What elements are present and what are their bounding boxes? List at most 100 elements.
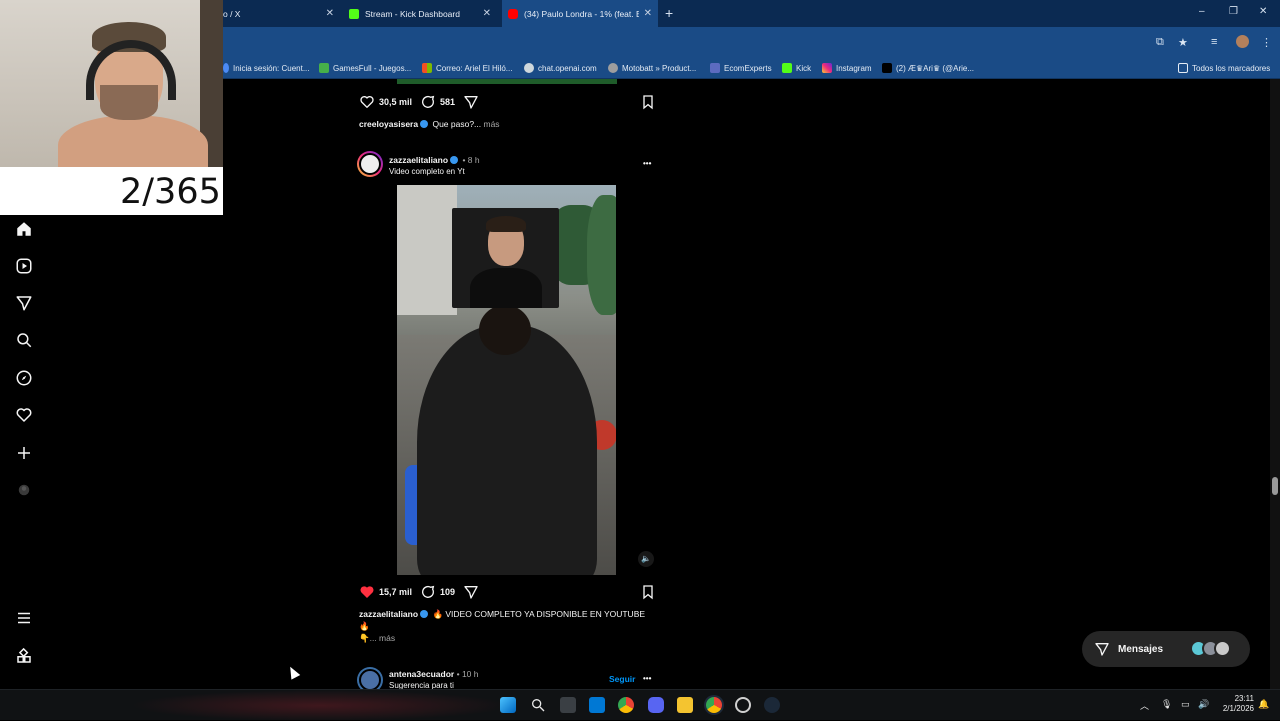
scrollbar-thumb[interactable] [1272, 477, 1278, 495]
post-subtitle: Video completo en Yt [389, 167, 465, 176]
bookmark-item[interactable]: GamesFull - Juegos... [319, 61, 411, 75]
messages-label: Mensajes [1118, 643, 1164, 655]
tab-title: o / X [223, 8, 241, 19]
discord-icon[interactable] [648, 697, 664, 713]
chrome-active-icon[interactable] [706, 697, 722, 713]
install-app-icon[interactable]: ⧉ [1156, 36, 1164, 49]
bookmark-item[interactable]: Kick [782, 61, 811, 75]
motobatt-icon [608, 63, 618, 73]
volume-icon[interactable]: 🔈 [638, 551, 654, 567]
next-post-options-button[interactable]: ••• [643, 674, 651, 683]
youtube-icon [508, 8, 518, 19]
google-icon [223, 63, 229, 73]
bookmark-item[interactable]: EcomExperts [710, 61, 772, 75]
caption-line-2: 🔥 [359, 621, 370, 631]
post-caption: zazzaelitaliano 🔥 VIDEO COMPLETO YA DISP… [359, 609, 645, 620]
comment-icon[interactable] [420, 584, 436, 600]
like-count: 15,7 mil [379, 587, 413, 597]
tray-overflow-icon[interactable]: ︿ [1140, 699, 1149, 712]
page-scrollbar[interactable] [1270, 79, 1280, 689]
video-frame [397, 185, 616, 575]
next-post-header: antena3ecuador • 10 h [389, 669, 479, 679]
create-icon[interactable] [15, 444, 33, 462]
post-username[interactable]: zazzaelitaliano [389, 155, 448, 165]
obs-icon[interactable] [735, 697, 751, 713]
restore-button[interactable]: ❐ [1229, 6, 1238, 17]
post-header: zazzaelitaliano • 8 h [389, 155, 480, 165]
messages-button[interactable]: Mensajes [1082, 631, 1250, 667]
liked-heart-icon[interactable] [359, 584, 375, 600]
like-icon[interactable] [359, 94, 375, 110]
gamepad-icon [319, 63, 329, 73]
prev-post-actions: 30,5 mil 581 [359, 94, 479, 110]
heart-icon[interactable] [15, 406, 33, 424]
caption-more[interactable]: 👇... más [359, 633, 395, 644]
comment-count: 109 [440, 587, 456, 597]
home-icon[interactable] [15, 220, 33, 238]
more-link[interactable]: más [484, 119, 500, 129]
notification-icon[interactable]: 🔔 [1258, 699, 1269, 710]
close-icon[interactable]: ✕ [483, 8, 491, 19]
chrome-icon[interactable] [618, 697, 634, 713]
profile-icon[interactable] [15, 481, 33, 499]
share-icon[interactable] [463, 94, 479, 110]
kick-icon [349, 8, 359, 19]
comment-icon[interactable] [420, 94, 436, 110]
menu-icon[interactable] [15, 609, 33, 627]
caption-username[interactable]: creeloyasisera [359, 119, 418, 129]
post-avatar[interactable] [357, 151, 383, 177]
verified-icon [450, 156, 459, 164]
minimize-button[interactable]: – [1199, 6, 1205, 17]
chrome-menu-icon[interactable]: ⋮ [1261, 36, 1272, 49]
comment-count: 581 [440, 97, 456, 107]
bookmark-item[interactable]: Correo: Ariel El Hiló... [422, 61, 512, 75]
direct-icon[interactable] [15, 294, 33, 312]
bookmark-item[interactable]: chat.openai.com [524, 61, 597, 75]
verified-icon [420, 610, 429, 618]
steam-icon[interactable] [764, 697, 780, 713]
volume-icon[interactable]: 🔊 [1198, 699, 1209, 710]
post-video[interactable]: 🔈 [351, 185, 663, 575]
task-view-icon[interactable] [560, 697, 576, 713]
network-icon[interactable]: ▭ [1181, 699, 1190, 710]
start-icon[interactable] [500, 697, 516, 713]
caption-text: Que paso?... [432, 119, 482, 129]
caption-username[interactable]: zazzaelitaliano [359, 609, 418, 619]
search-icon[interactable] [15, 331, 33, 349]
media-control-icon[interactable]: ≡ [1211, 36, 1217, 48]
tab-kick-dashboard[interactable]: Stream - Kick Dashboard ✕ [343, 0, 497, 27]
close-icon[interactable]: ✕ [644, 8, 652, 19]
close-icon[interactable]: ✕ [326, 8, 334, 19]
system-clock[interactable]: 23:11 2/1/2026 [1212, 694, 1254, 714]
profile-avatar[interactable] [1236, 35, 1249, 48]
close-window-button[interactable]: ✕ [1259, 6, 1267, 17]
microphone-icon[interactable]: 🎙 [1161, 699, 1172, 710]
next-post-username[interactable]: antena3ecuador [389, 669, 454, 679]
all-bookmarks-button[interactable]: Todos los marcadores [1178, 61, 1270, 75]
save-icon[interactable] [640, 94, 656, 110]
store-icon[interactable] [589, 697, 605, 713]
bookmark-star-icon[interactable]: ★ [1178, 36, 1188, 49]
follow-button[interactable]: Seguir [609, 674, 635, 684]
tab-title: Stream - Kick Dashboard [365, 8, 460, 19]
bookmark-item[interactable]: (2) Æ♛Ari♛ (@Arie... [882, 61, 974, 75]
bookmark-item[interactable]: Inicia sesión: Cuent... [223, 61, 309, 75]
verified-icon [420, 120, 429, 128]
reels-icon[interactable] [15, 257, 33, 275]
new-tab-button[interactable]: + [665, 5, 673, 21]
tab-youtube[interactable]: (34) Paulo Londra - 1% (feat. El ✕ [502, 0, 658, 27]
folder-icon [1178, 63, 1188, 73]
apps-icon[interactable] [15, 647, 33, 665]
share-icon[interactable] [463, 584, 479, 600]
explore-icon[interactable] [15, 369, 33, 387]
save-icon[interactable] [640, 584, 656, 600]
search-icon[interactable] [530, 697, 546, 713]
windows-taskbar: ︿ 🎙 ▭ 🔊 23:11 2/1/2026 🔔 [0, 689, 1280, 721]
post-options-button[interactable]: ••• [643, 159, 651, 168]
tab-x[interactable]: o / X ✕ [223, 0, 340, 27]
bookmark-item[interactable]: Instagram [822, 61, 872, 75]
bookmark-item[interactable]: Motobatt » Product... [608, 61, 696, 75]
post-time: 8 h [467, 155, 480, 165]
file-explorer-icon[interactable] [677, 697, 693, 713]
post-actions: 15,7 mil 109 [359, 584, 479, 600]
